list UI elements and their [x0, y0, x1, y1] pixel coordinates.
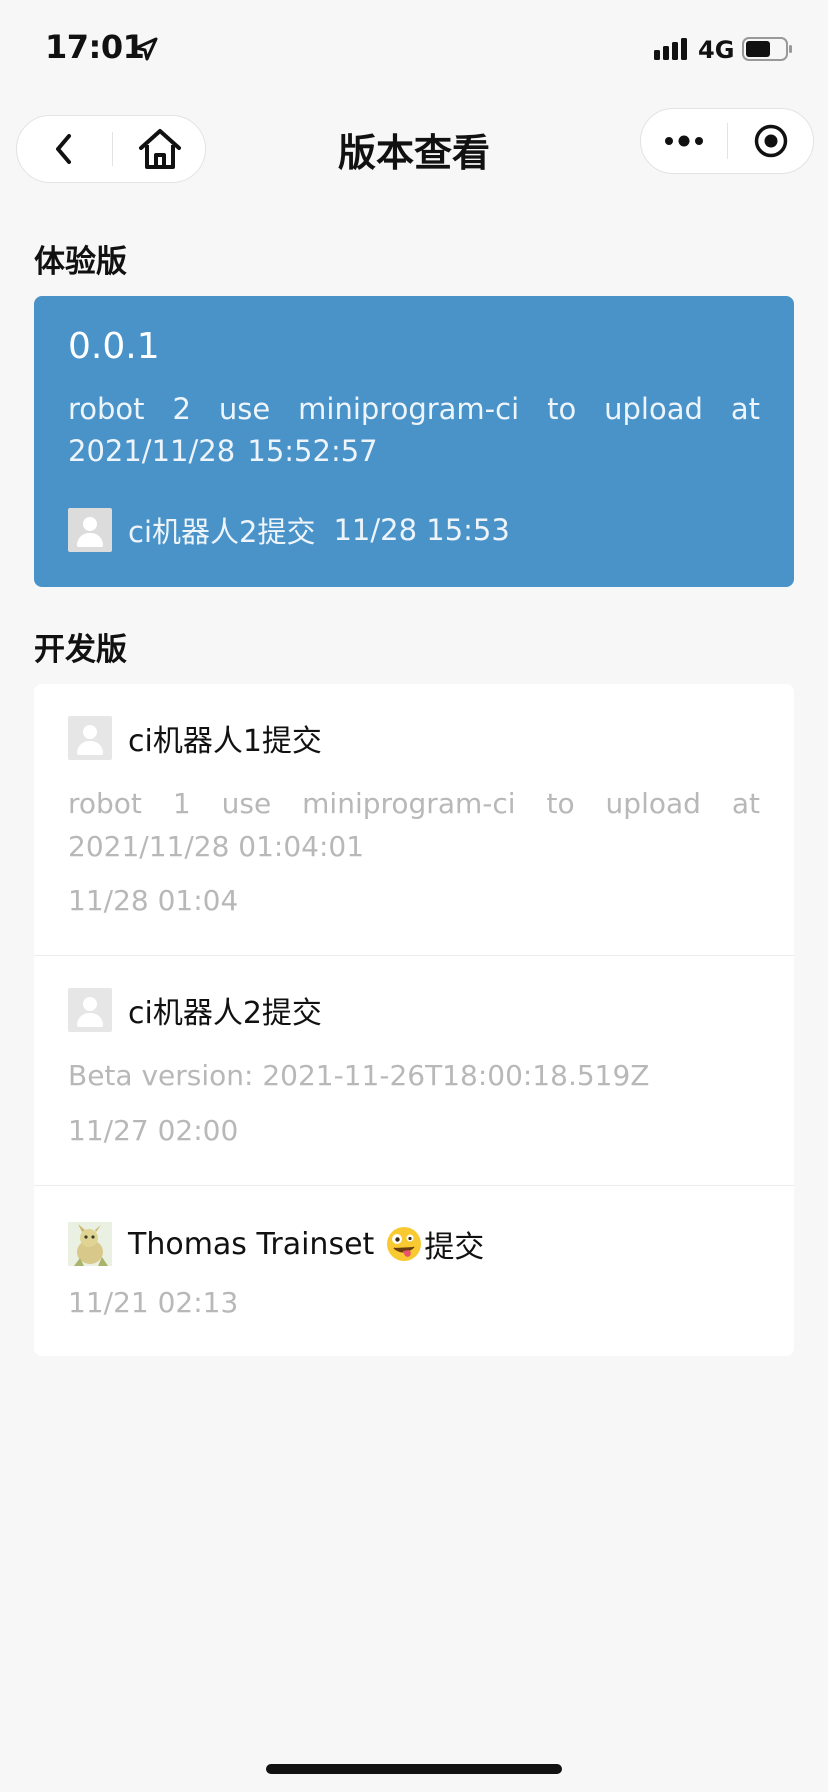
- network-type-label: 4G: [698, 36, 735, 64]
- list-item[interactable]: ci机器人1提交 robot 1 use miniprogram-ci to u…: [34, 684, 794, 956]
- avatar: [68, 988, 112, 1032]
- dev-submitter: ci机器人2提交: [128, 996, 322, 1031]
- list-item[interactable]: Thomas Trainset 提交 11/21 02:13: [34, 1186, 794, 1356]
- user-placeholder-body: [77, 1013, 103, 1027]
- avatar: [68, 716, 112, 760]
- dev-description: Beta version: 2021-11-26T18:00:18.519Z: [68, 1059, 650, 1092]
- user-placeholder-body: [77, 741, 103, 755]
- signal-bars-icon: [654, 38, 687, 60]
- dev-item-header: ci机器人2提交: [68, 988, 322, 1032]
- location-arrow-icon: [134, 37, 158, 61]
- status-bar: 17:01 4G: [0, 0, 828, 100]
- dev-submitter-suffix: 提交: [424, 1230, 485, 1265]
- miniprogram-capsule: [640, 108, 814, 174]
- battery-icon: [742, 37, 792, 61]
- avatar: [68, 1222, 112, 1266]
- dev-time: 11/27 02:00: [68, 1114, 239, 1147]
- dev-submitter: ci机器人1提交: [128, 724, 322, 759]
- avatar: [68, 508, 112, 552]
- dev-version-list: ci机器人1提交 robot 1 use miniprogram-ci to u…: [34, 684, 794, 1356]
- user-photo-icon: [68, 1222, 112, 1266]
- trial-section-title: 体验版: [34, 244, 127, 280]
- trial-version-footer: ci机器人2提交 11/28 15:53: [68, 508, 510, 552]
- zany-face-emoji: [387, 1227, 422, 1261]
- user-placeholder-icon: [83, 997, 97, 1011]
- dev-section-title: 开发版: [34, 632, 127, 668]
- list-item[interactable]: ci机器人2提交 Beta version: 2021-11-26T18:00:…: [34, 956, 794, 1186]
- dev-submitter-name: Thomas Trainset: [128, 1226, 375, 1262]
- trial-submitter: ci机器人2提交: [128, 515, 316, 549]
- dev-item-header: ci机器人1提交: [68, 716, 322, 760]
- dev-item-header: Thomas Trainset 提交: [68, 1222, 484, 1266]
- target-close-icon: [754, 124, 788, 158]
- home-indicator: [266, 1764, 562, 1774]
- trial-version-description: robot 2 use miniprogram-ci to upload at …: [68, 392, 760, 468]
- status-time: 17:01: [45, 28, 145, 66]
- trial-version-number: 0.0.1: [68, 326, 160, 367]
- more-button[interactable]: [641, 109, 727, 173]
- dev-time: 11/21 02:13: [68, 1286, 239, 1319]
- user-placeholder-icon: [83, 517, 97, 531]
- trial-time: 11/28 15:53: [333, 513, 510, 547]
- dev-time: 11/28 01:04: [68, 884, 239, 917]
- trial-version-card[interactable]: 0.0.1 robot 2 use miniprogram-ci to uplo…: [34, 296, 794, 587]
- user-placeholder-icon: [83, 725, 97, 739]
- more-dots-icon: [665, 135, 703, 147]
- user-placeholder-body: [77, 533, 103, 547]
- close-miniprogram-button[interactable]: [728, 109, 814, 173]
- dev-description: robot 1 use miniprogram-ci to upload at …: [68, 787, 760, 863]
